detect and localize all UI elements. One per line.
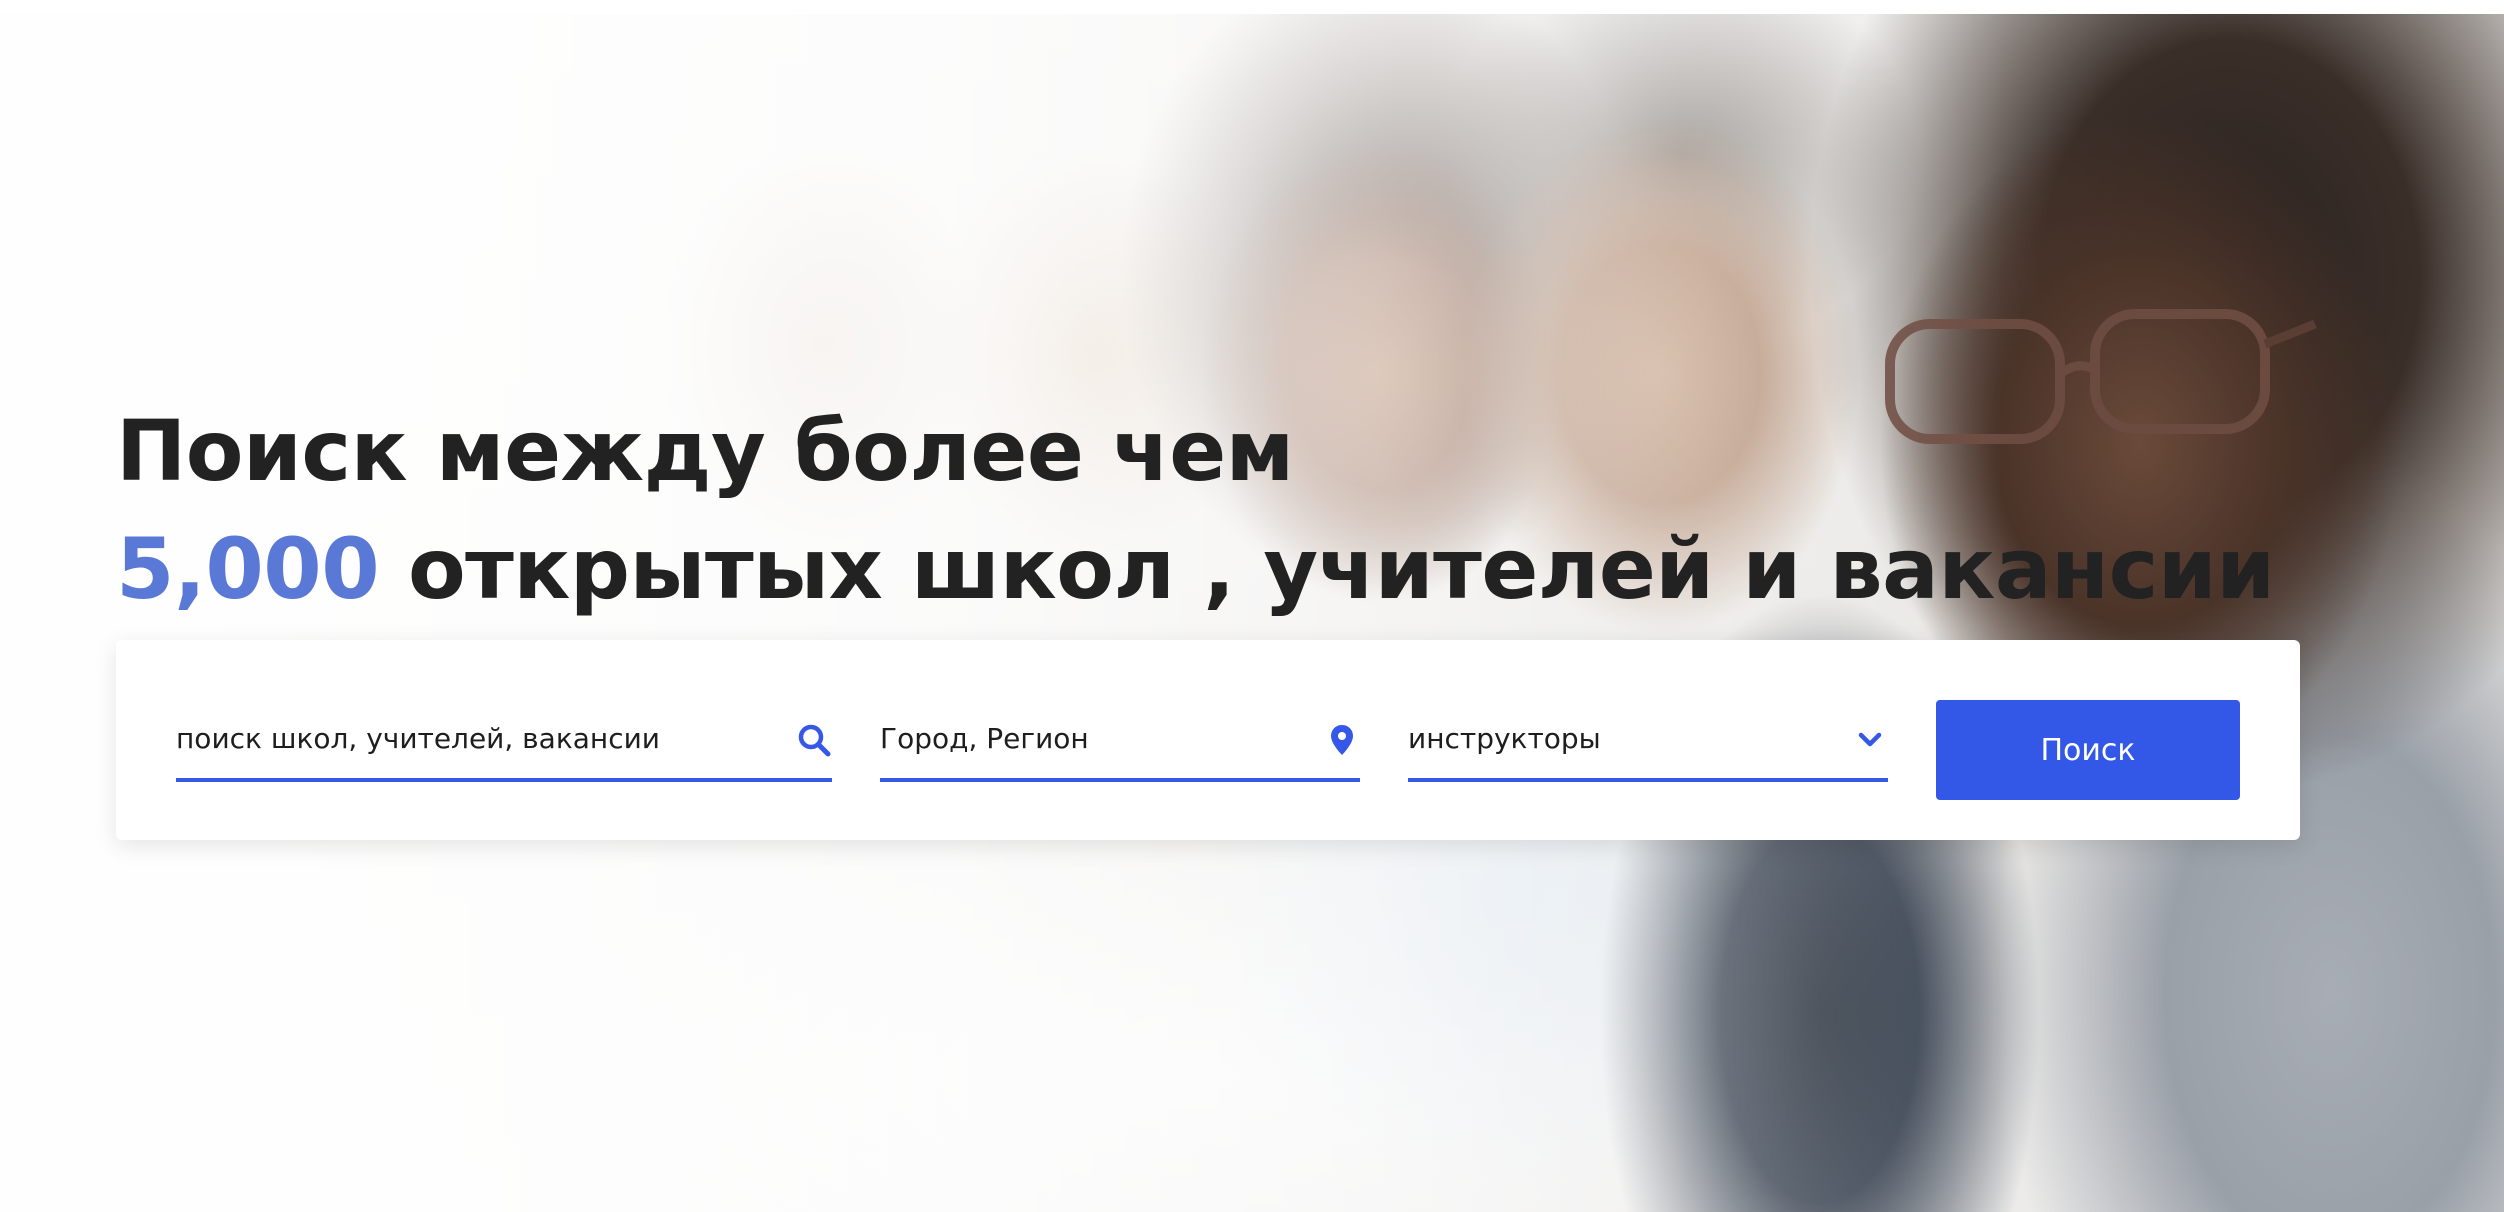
hero-headline: Поиск между более чем 5,000 открытых шко… xyxy=(116,392,2275,628)
map-pin-icon[interactable] xyxy=(1324,722,1360,758)
category-select[interactable]: инструкторы xyxy=(1408,700,1888,782)
search-submit-button[interactable]: Поиск xyxy=(1936,700,2240,800)
keyword-field xyxy=(176,700,832,782)
headline-line-2: 5,000 открытых школ , учителей и ваканси… xyxy=(116,510,2275,628)
headline-line-1: Поиск между более чем xyxy=(116,402,1294,500)
category-selected-value: инструкторы xyxy=(1408,722,1601,755)
search-icon[interactable] xyxy=(796,722,832,758)
headline-count: 5,000 xyxy=(116,520,380,618)
headline-line-2-text: открытых школ , учителей и вакансии xyxy=(379,520,2275,618)
chevron-down-icon[interactable] xyxy=(1852,722,1888,758)
location-input[interactable] xyxy=(880,700,1360,776)
keyword-search-input[interactable] xyxy=(176,700,832,776)
location-field xyxy=(880,700,1360,782)
search-card: инструкторы Поиск xyxy=(116,640,2300,840)
